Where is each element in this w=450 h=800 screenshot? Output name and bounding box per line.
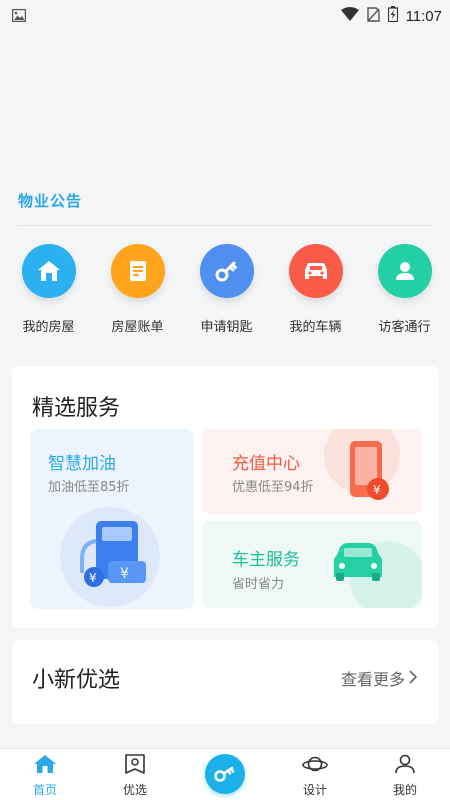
gallery-notification-icon [11,7,27,26]
tab-profile[interactable]: 我的 [360,749,450,800]
notice-title[interactable]: 物业公告 [18,190,82,211]
home-icon [33,754,57,778]
battery-charging-icon [387,6,398,26]
view-more-link[interactable]: 查看更多 [340,666,418,690]
recharge-center-subtitle: 优惠低至94折 [232,480,314,495]
car-service-icon [328,529,422,608]
car-owner-service-subtitle: 省时省力 [232,577,285,592]
bill-icon [110,244,165,298]
quick-item-my-house[interactable]: 我的房屋 [4,244,93,335]
tab-label: 设计 [302,783,327,797]
tab-selection[interactable]: 优选 [90,749,180,800]
car-owner-service-title: 车主服务 [232,550,300,570]
smart-fuel-title: 智慧加油 [48,454,116,474]
tab-key[interactable] [180,749,270,800]
selection-card: 小新优选 查看更多 [12,640,439,724]
key-icon [199,244,254,298]
tab-label: 首页 [32,783,57,797]
quick-item-house-bill[interactable]: 房屋账单 [93,244,182,335]
clock: 11:07 [405,7,442,25]
quick-item-apply-key[interactable]: 申请钥匙 [182,244,271,335]
tab-design[interactable]: 设计 [270,749,360,800]
quick-item-my-vehicle[interactable]: 我的车辆 [271,244,360,335]
planet-icon [302,754,328,778]
chevron-right-icon [409,669,418,688]
quick-item-label: 申请钥匙 [200,320,253,335]
car-owner-service-tile[interactable]: 车主服务 省时省力 [202,521,422,608]
quick-menu: 我的房屋 房屋账单 申请钥匙 我的车辆 访客通行 [0,244,450,335]
quick-item-visitor-pass[interactable]: 访客通行 [360,244,449,335]
fuel-pump-icon: ¥ ¥ [58,507,168,609]
visitor-icon [377,244,432,298]
user-icon [394,754,416,778]
car-icon [288,244,343,298]
recharge-center-title: 充值中心 [232,454,300,474]
quick-item-label: 我的车辆 [289,320,342,335]
store-icon [124,754,146,778]
svg-text:¥: ¥ [373,483,381,497]
recharge-center-tile[interactable]: 充值中心 优惠低至94折 ¥ [202,429,422,514]
smart-fuel-tile[interactable]: 智慧加油 加油低至85折 ¥ ¥ [30,429,194,609]
home-icon [21,244,76,298]
wifi-icon [340,7,359,25]
phone-recharge-icon: ¥ [324,429,422,514]
bottom-tab-bar: 首页 优选 设计 我的 [0,748,450,800]
featured-services-title: 精选服务 [32,396,121,421]
divider [18,225,434,226]
svg-text:¥: ¥ [120,566,129,582]
no-sim-icon [366,6,380,26]
tab-home[interactable]: 首页 [0,749,90,800]
status-bar: 11:07 [0,0,450,32]
tab-label: 我的 [392,783,417,797]
view-more-label: 查看更多 [340,670,405,689]
quick-item-label: 我的房屋 [22,320,75,335]
quick-item-label: 访客通行 [378,320,431,335]
key-icon [205,754,245,794]
featured-services-card: 精选服务 智慧加油 加油低至85折 ¥ ¥ 充值中心 优惠低至94折 ¥ 车主服… [12,366,439,628]
selection-title: 小新优选 [32,668,121,693]
smart-fuel-subtitle: 加油低至85折 [48,480,130,495]
svg-text:¥: ¥ [89,571,97,585]
tab-label: 优选 [122,783,147,797]
quick-item-label: 房屋账单 [111,320,164,335]
